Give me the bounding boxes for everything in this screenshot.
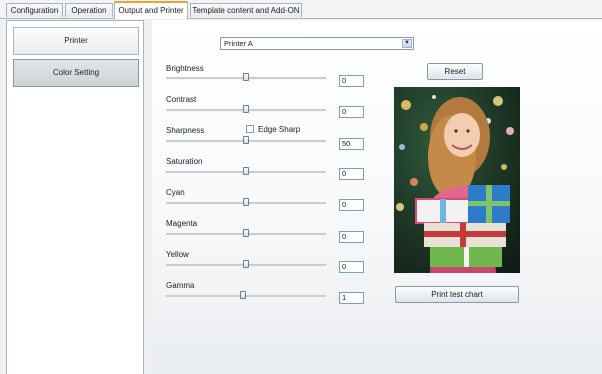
- brightness-slider-thumb[interactable]: [243, 73, 249, 81]
- gamma-value-input[interactable]: 1: [339, 292, 364, 304]
- print-test-chart-button[interactable]: Print test chart: [395, 286, 519, 303]
- yellow-label: Yellow: [166, 250, 189, 259]
- edge-sharp-label: Edge Sharp: [258, 125, 301, 134]
- gamma-label: Gamma: [166, 281, 195, 290]
- printer-select[interactable]: Printer A ▼: [220, 37, 414, 50]
- tab-bar: Configuration Operation Output and Print…: [0, 0, 602, 19]
- brightness-label: Brightness: [166, 64, 204, 73]
- edge-sharp-checkbox[interactable]: [246, 125, 254, 133]
- sidebar: Printer Color Setting: [6, 20, 144, 374]
- tab-configuration[interactable]: Configuration: [6, 3, 63, 17]
- reset-button[interactable]: Reset: [427, 63, 483, 80]
- magenta-slider-thumb[interactable]: [243, 229, 249, 237]
- sidebar-item-printer[interactable]: Printer: [13, 27, 139, 55]
- brightness-value-input[interactable]: 0: [339, 75, 364, 87]
- saturation-value-input[interactable]: 0: [339, 168, 364, 180]
- sharpness-slider-thumb[interactable]: [243, 136, 249, 144]
- cyan-label: Cyan: [166, 188, 185, 197]
- gamma-slider-thumb[interactable]: [240, 291, 246, 299]
- preview-image: [394, 87, 520, 273]
- cyan-slider-thumb[interactable]: [243, 198, 249, 206]
- tab-output-and-printer[interactable]: Output and Printer: [114, 1, 188, 19]
- yellow-value-input[interactable]: 0: [339, 261, 364, 273]
- yellow-slider-thumb[interactable]: [243, 260, 249, 268]
- contrast-slider-thumb[interactable]: [243, 105, 249, 113]
- settings-panel: [152, 20, 602, 374]
- tab-template-content[interactable]: Template content and Add-ON: [190, 3, 302, 17]
- magenta-label: Magenta: [166, 219, 198, 228]
- sharpness-label: Sharpness: [166, 126, 205, 135]
- sharpness-value-input[interactable]: 50: [339, 138, 364, 150]
- magenta-value-input[interactable]: 0: [339, 231, 364, 243]
- saturation-label: Saturation: [166, 157, 203, 166]
- saturation-slider-thumb[interactable]: [243, 167, 249, 175]
- printer-select-value: Printer A: [224, 39, 253, 48]
- chevron-down-icon[interactable]: ▼: [402, 39, 412, 48]
- tab-operation[interactable]: Operation: [65, 3, 113, 17]
- contrast-label: Contrast: [166, 95, 197, 104]
- cyan-value-input[interactable]: 0: [339, 199, 364, 211]
- contrast-value-input[interactable]: 0: [339, 106, 364, 118]
- gamma-slider-track[interactable]: [166, 295, 326, 298]
- sidebar-item-color-setting[interactable]: Color Setting: [13, 59, 139, 87]
